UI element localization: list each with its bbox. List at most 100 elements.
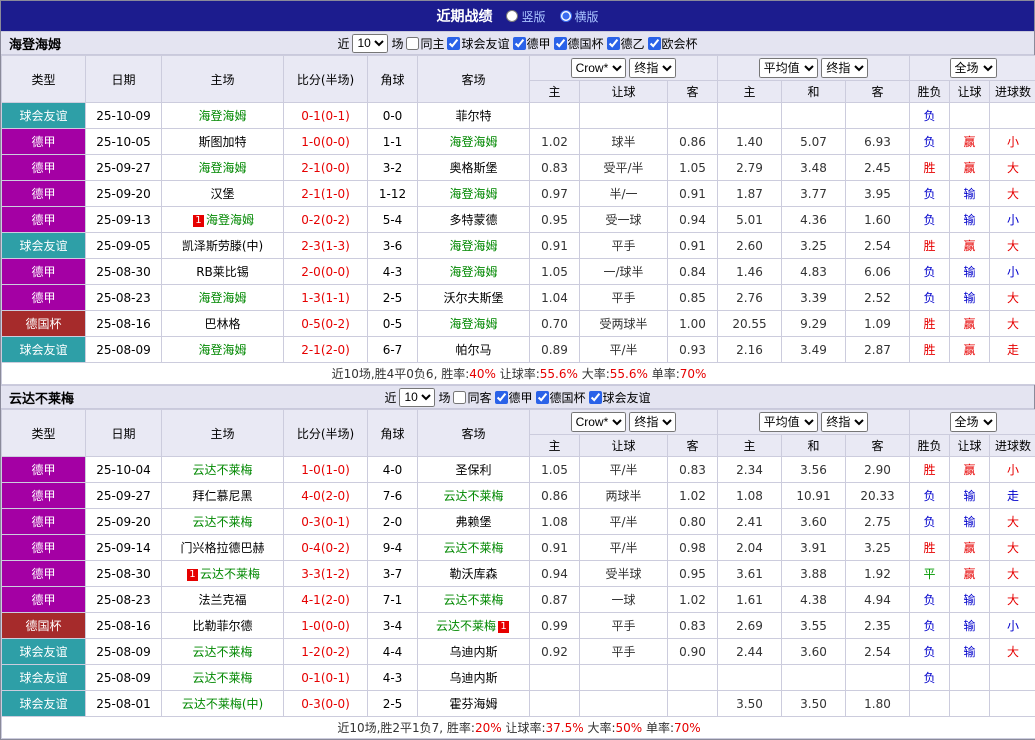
date-cell: 25-08-23 — [86, 587, 162, 613]
filter-checkbox-input[interactable] — [536, 391, 549, 404]
filter-checkbox-5[interactable]: 欧会杯 — [648, 35, 698, 52]
asian-home-odds-cell: 0.87 — [530, 587, 580, 613]
away-team-cell[interactable]: 海登海姆 — [418, 259, 530, 285]
result-text: 走 — [1007, 489, 1019, 503]
home-team-cell[interactable]: 门兴格拉德巴赫 — [162, 535, 284, 561]
home-team-cell[interactable]: 海登海姆 — [162, 155, 284, 181]
euro-time-select[interactable]: 终指 — [821, 412, 868, 432]
vertical-radio-input[interactable] — [506, 10, 518, 22]
match-row: 德甲25-09-20汉堡2-1(1-0)1-12海登海姆0.97半/一0.911… — [2, 181, 1035, 207]
home-team-cell[interactable]: 海登海姆 — [162, 103, 284, 129]
handicap-time-select[interactable]: 终指 — [629, 412, 676, 432]
home-team-cell[interactable]: 1海登海姆 — [162, 207, 284, 233]
result-text: 赢 — [964, 463, 976, 477]
away-team-cell[interactable]: 云达不莱梅 — [418, 483, 530, 509]
home-team-cell[interactable]: 比勒菲尔德 — [162, 613, 284, 639]
filter-checkbox-0[interactable]: 同主 — [406, 35, 444, 52]
asian-line-cell: 受一球 — [580, 207, 668, 233]
away-team-cell[interactable]: 乌迪内斯 — [418, 639, 530, 665]
away-team-cell[interactable]: 帕尔马 — [418, 337, 530, 363]
away-team-cell[interactable]: 云达不莱梅 — [418, 587, 530, 613]
away-team-cell[interactable]: 多特蒙德 — [418, 207, 530, 233]
scope-select[interactable]: 全场 — [950, 58, 997, 78]
filter-checkbox-input[interactable] — [589, 391, 602, 404]
match-row: 德甲25-09-14门兴格拉德巴赫0-4(0-2)9-4云达不莱梅0.91平/半… — [2, 535, 1035, 561]
filter-checkbox-1[interactable]: 球会友谊 — [447, 35, 509, 52]
asian-home-odds-cell: 1.02 — [530, 129, 580, 155]
horizontal-radio-input[interactable] — [560, 10, 572, 22]
away-team-cell[interactable]: 海登海姆 — [418, 129, 530, 155]
result-text: 大 — [1007, 187, 1019, 201]
away-team-cell[interactable]: 霍芬海姆 — [418, 691, 530, 717]
results-table: 类型日期主场比分(半场)角球客场Crow* 终指平均值 终指全场 主让球客主和客… — [1, 409, 1035, 739]
home-team-cell[interactable]: 云达不莱梅 — [162, 457, 284, 483]
away-team-cell[interactable]: 奥格斯堡 — [418, 155, 530, 181]
filter-checkbox-0[interactable]: 同客 — [453, 389, 491, 406]
home-team-cell[interactable]: 海登海姆 — [162, 337, 284, 363]
euro-time-select[interactable]: 终指 — [821, 58, 868, 78]
home-team-cell[interactable]: 云达不莱梅 — [162, 639, 284, 665]
away-team-cell[interactable]: 圣保利 — [418, 457, 530, 483]
corner-cell: 2-5 — [368, 691, 418, 717]
home-team-cell[interactable]: 1云达不莱梅 — [162, 561, 284, 587]
filter-checkbox-input[interactable] — [447, 37, 460, 50]
col-header-2: 主场 — [162, 56, 284, 103]
away-team-cell[interactable]: 云达不莱梅1 — [418, 613, 530, 639]
filter-checkbox-3[interactable]: 德国杯 — [554, 35, 604, 52]
filter-checkbox-2[interactable]: 德国杯 — [536, 389, 586, 406]
home-team-cell[interactable]: 凯泽斯劳滕(中) — [162, 233, 284, 259]
home-team-cell[interactable]: 法兰克福 — [162, 587, 284, 613]
filter-checkbox-input[interactable] — [495, 391, 508, 404]
away-team-cell[interactable]: 菲尔特 — [418, 103, 530, 129]
home-team-cell[interactable]: 拜仁慕尼黑 — [162, 483, 284, 509]
filter-checkbox-input[interactable] — [607, 37, 620, 50]
average-select[interactable]: 平均值 — [759, 58, 818, 78]
date-cell: 25-08-16 — [86, 311, 162, 337]
average-select[interactable]: 平均值 — [759, 412, 818, 432]
handicap-time-select[interactable]: 终指 — [629, 58, 676, 78]
away-team-cell[interactable]: 海登海姆 — [418, 311, 530, 337]
sub-header-5: 客 — [846, 81, 910, 103]
filter-checkbox-3[interactable]: 球会友谊 — [589, 389, 651, 406]
away-team-cell[interactable]: 海登海姆 — [418, 233, 530, 259]
bookmaker-select[interactable]: Crow* — [571, 412, 626, 432]
match-count-select[interactable]: 10 — [352, 34, 388, 53]
home-team-cell[interactable]: 海登海姆 — [162, 285, 284, 311]
home-team-cell[interactable]: 斯图加特 — [162, 129, 284, 155]
filter-checkbox-4[interactable]: 德乙 — [607, 35, 645, 52]
home-team-cell[interactable]: 汉堡 — [162, 181, 284, 207]
goals-result-cell: 大 — [990, 181, 1035, 207]
euro-away-odds-cell: 4.94 — [846, 587, 910, 613]
filter-checkbox-2[interactable]: 德甲 — [513, 35, 551, 52]
home-team-cell[interactable]: 云达不莱梅(中) — [162, 691, 284, 717]
layout-radio-vertical[interactable]: 竖版 — [506, 8, 545, 25]
home-team-cell[interactable]: RB莱比锡 — [162, 259, 284, 285]
away-team-cell[interactable]: 勒沃库森 — [418, 561, 530, 587]
euro-away-odds-cell: 1.92 — [846, 561, 910, 587]
handicap-result-cell: 输 — [950, 587, 990, 613]
euro-away-odds-cell — [846, 665, 910, 691]
away-team-cell[interactable]: 云达不莱梅 — [418, 535, 530, 561]
away-team-cell[interactable]: 海登海姆 — [418, 181, 530, 207]
home-team-cell[interactable]: 云达不莱梅 — [162, 665, 284, 691]
euro-draw-odds-cell: 3.60 — [782, 639, 846, 665]
bookmaker-select[interactable]: Crow* — [571, 58, 626, 78]
match-count-select[interactable]: 10 — [399, 388, 435, 407]
home-team-cell[interactable]: 云达不莱梅 — [162, 509, 284, 535]
away-team-cell[interactable]: 弗赖堡 — [418, 509, 530, 535]
col-header-1: 日期 — [86, 410, 162, 457]
home-team-cell[interactable]: 巴林格 — [162, 311, 284, 337]
filter-checkbox-input[interactable] — [513, 37, 526, 50]
result-text: 输 — [964, 265, 976, 279]
filter-checkbox-1[interactable]: 德甲 — [495, 389, 533, 406]
scope-select[interactable]: 全场 — [950, 412, 997, 432]
away-team-cell[interactable]: 沃尔夫斯堡 — [418, 285, 530, 311]
goals-result-cell: 小 — [990, 613, 1035, 639]
layout-radio-horizontal[interactable]: 横版 — [560, 8, 599, 25]
filter-checkbox-input[interactable] — [406, 37, 419, 50]
filter-checkbox-input[interactable] — [648, 37, 661, 50]
filter-checkbox-input[interactable] — [554, 37, 567, 50]
asian-line-cell: 平手 — [580, 639, 668, 665]
filter-checkbox-input[interactable] — [453, 391, 466, 404]
away-team-cell[interactable]: 乌迪内斯 — [418, 665, 530, 691]
